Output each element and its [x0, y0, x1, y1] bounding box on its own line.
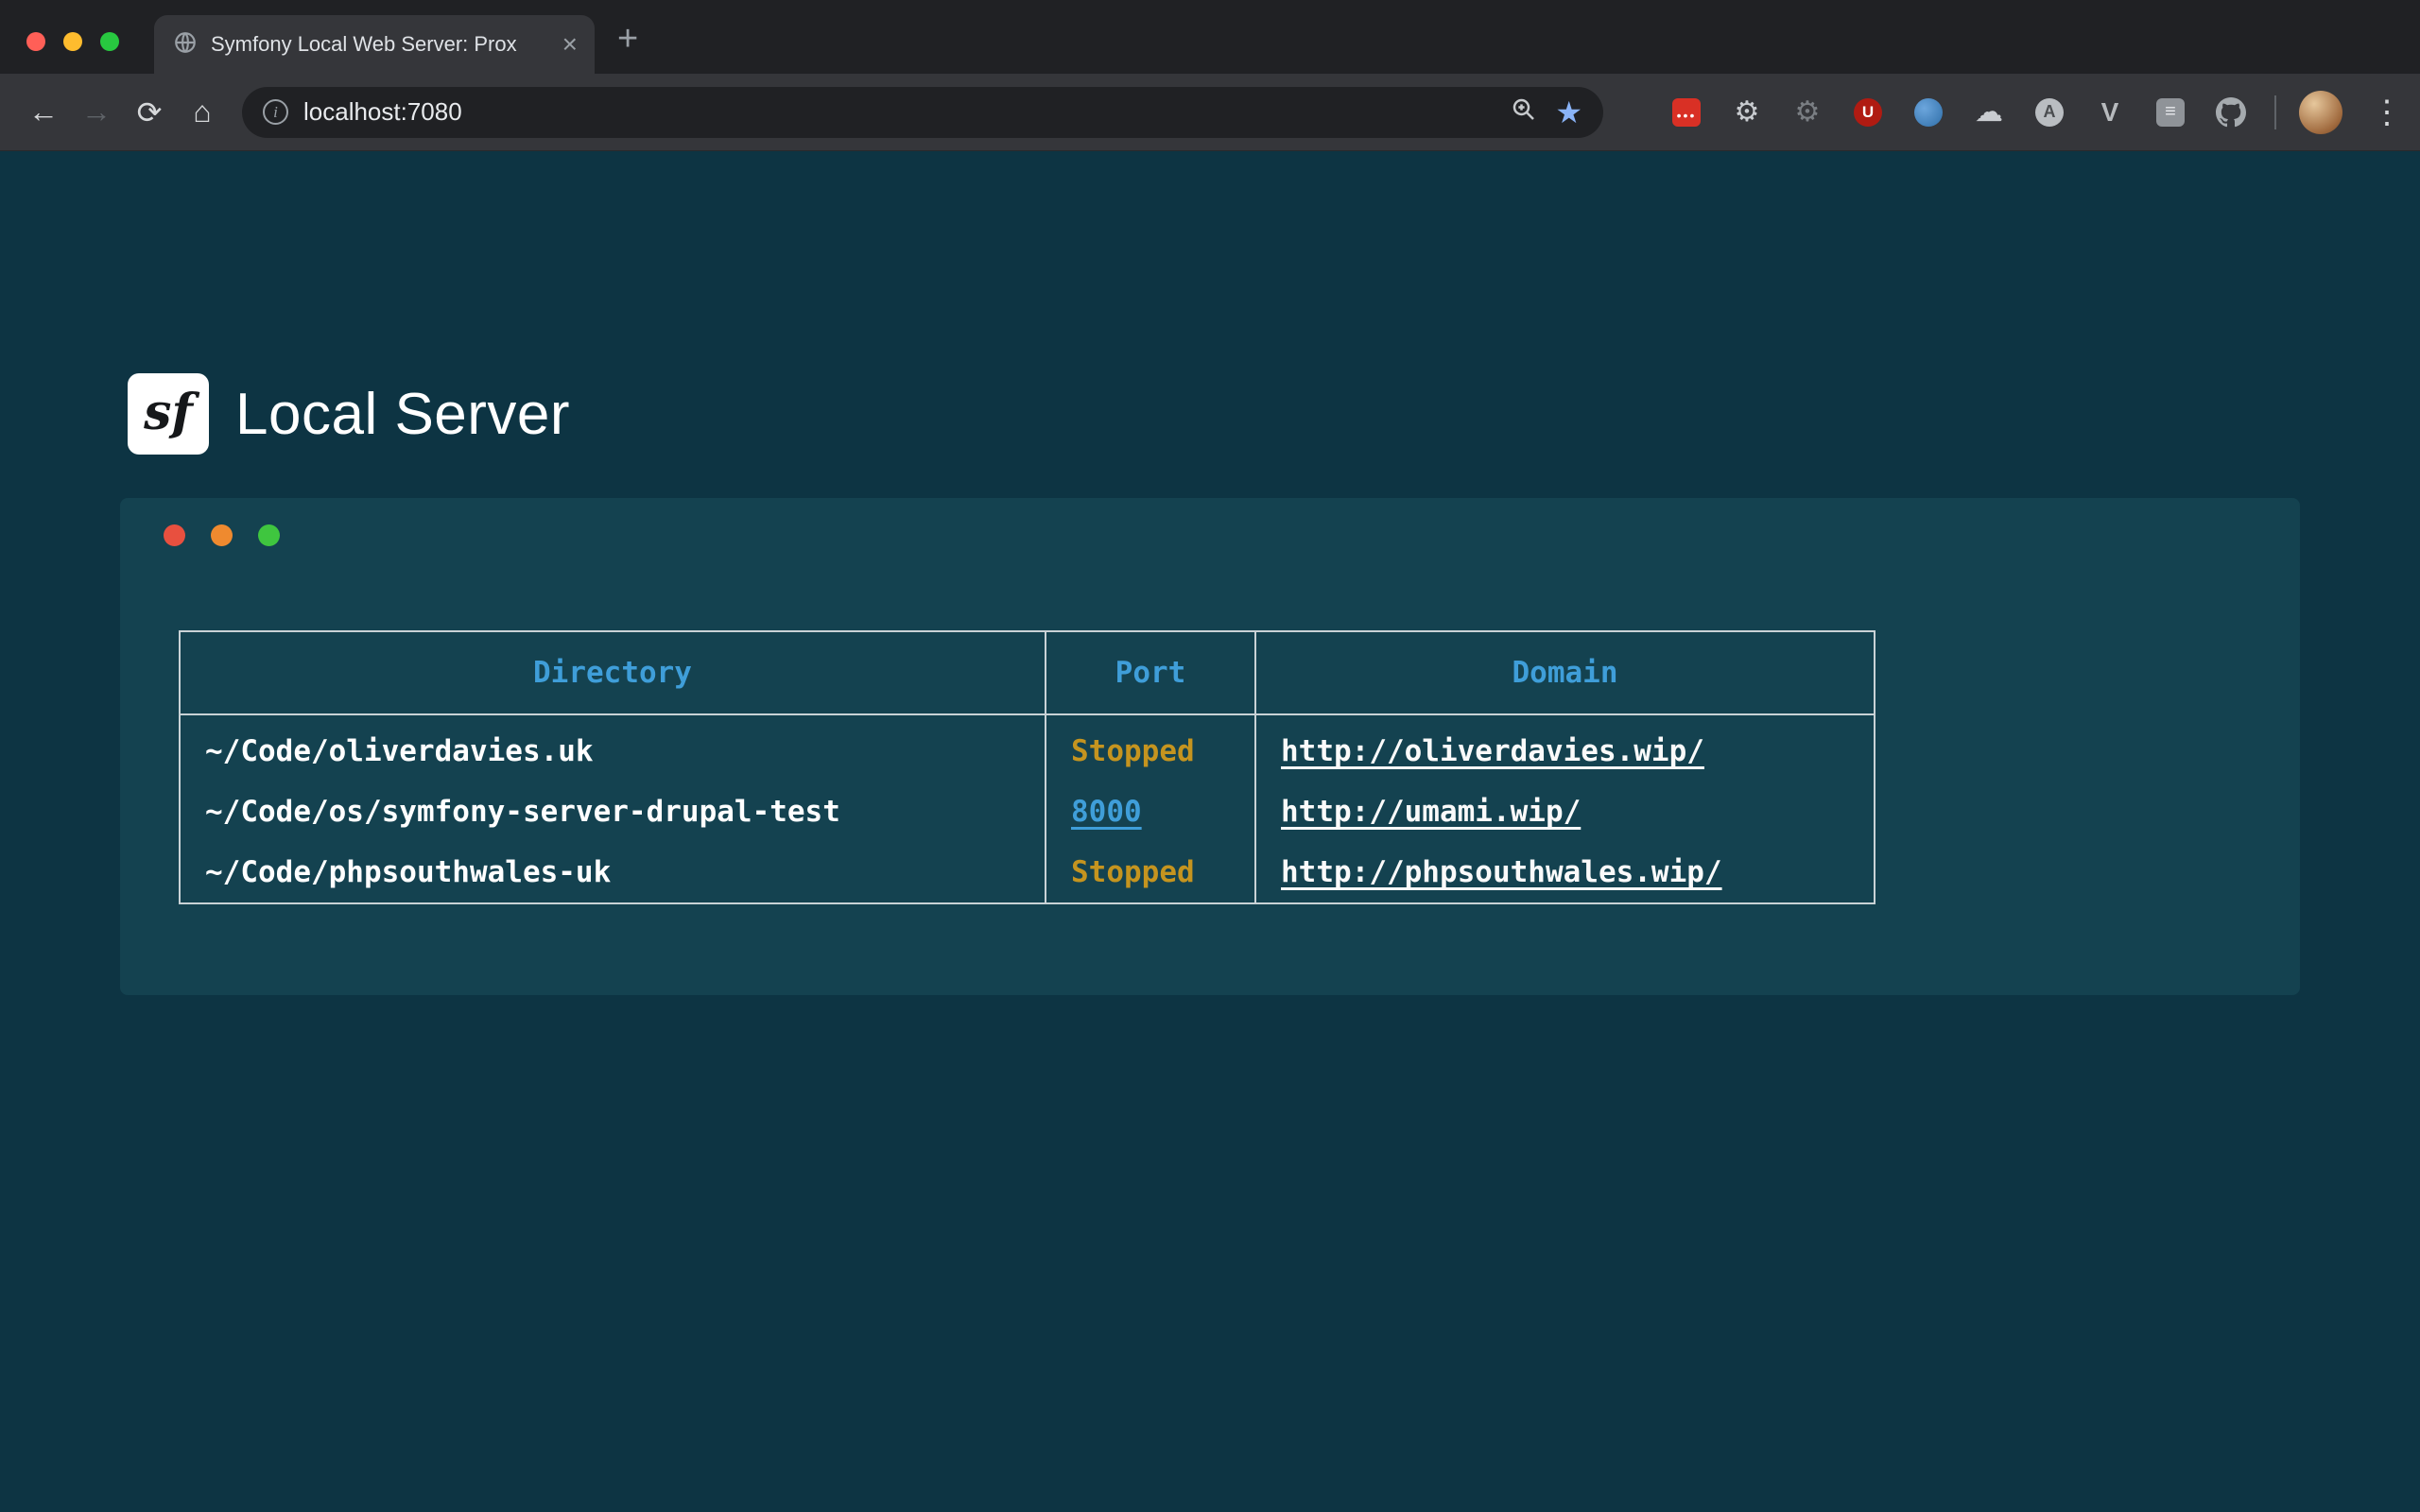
zoom-icon[interactable] — [1510, 95, 1538, 129]
extension-icon-red-dots[interactable]: ••• — [1666, 92, 1707, 133]
browser-toolbar: ← → ⟳ ⌂ i localhost:7080 ★ ••• ⚙ ⚙ U — [0, 74, 2420, 151]
extension-icon-letter-v[interactable]: V — [2089, 92, 2131, 133]
extension-icon-gear-dark[interactable]: ⚙ — [1787, 92, 1828, 133]
directory-cell: ~/Code/phpsouthwales-uk — [180, 842, 1046, 903]
toolbar-separator — [2274, 95, 2276, 129]
window-minimize-button[interactable] — [63, 32, 82, 51]
forward-button[interactable]: → — [70, 94, 123, 129]
profile-avatar[interactable] — [2299, 91, 2342, 134]
header-port: Port — [1046, 631, 1255, 714]
extension-icon-lines[interactable]: ≡ — [2150, 92, 2191, 133]
extension-icon-cloud[interactable]: ☁ — [1968, 92, 2010, 133]
port-cell: Stopped — [1046, 714, 1255, 782]
tab-favicon-globe-icon — [173, 30, 198, 60]
bookmark-star-icon[interactable]: ★ — [1555, 94, 1582, 130]
panel-red-dot — [164, 524, 185, 546]
home-button[interactable]: ⌂ — [176, 94, 229, 129]
server-table: Directory Port Domain ~/Code/oliverdavie… — [179, 630, 1876, 904]
browser-tab[interactable]: Symfony Local Web Server: Prox × — [154, 15, 595, 74]
page-content: sf Local Server Directory Port Domain ~/… — [0, 151, 2420, 1511]
panel-green-dot — [258, 524, 280, 546]
window-close-button[interactable] — [26, 32, 45, 51]
directory-cell: ~/Code/oliverdavies.uk — [180, 714, 1046, 782]
extension-icon-blue-circle[interactable] — [1908, 92, 1949, 133]
extension-icon-ublock[interactable]: U — [1847, 92, 1889, 133]
tab-strip: Symfony Local Web Server: Prox × + — [0, 0, 2420, 74]
table-row: ~/Code/phpsouthwales-uk Stopped http://p… — [180, 842, 1875, 903]
domain-link[interactable]: http://umami.wip/ — [1281, 795, 1581, 829]
port-cell: 8000 — [1046, 782, 1255, 842]
tab-close-icon[interactable]: × — [562, 31, 578, 58]
domain-link[interactable]: http://phpsouthwales.wip/ — [1281, 855, 1722, 889]
header-directory: Directory — [180, 631, 1046, 714]
tab-title: Symfony Local Web Server: Prox — [211, 32, 555, 57]
directory-cell: ~/Code/os/symfony-server-drupal-test — [180, 782, 1046, 842]
extension-icon-letter-a[interactable]: A — [2029, 92, 2070, 133]
extension-icon-github[interactable] — [2210, 92, 2252, 133]
brand-header: sf Local Server — [128, 373, 570, 455]
page-title: Local Server — [235, 381, 570, 448]
extension-icon-gear-light[interactable]: ⚙ — [1726, 92, 1768, 133]
domain-link[interactable]: http://oliverdavies.wip/ — [1281, 734, 1704, 768]
server-panel: Directory Port Domain ~/Code/oliverdavie… — [120, 498, 2300, 995]
browser-menu-icon[interactable]: ⋮ — [2371, 94, 2403, 131]
extensions-row: ••• ⚙ ⚙ U ☁ A V ≡ ⋮ — [1666, 91, 2403, 134]
domain-cell: http://oliverdavies.wip/ — [1255, 714, 1875, 782]
table-header-row: Directory Port Domain — [180, 631, 1875, 714]
reload-button[interactable]: ⟳ — [123, 94, 176, 130]
port-cell: Stopped — [1046, 842, 1255, 903]
new-tab-button[interactable]: + — [617, 21, 638, 57]
port-status-text: Stopped — [1071, 855, 1195, 889]
window-controls — [26, 32, 119, 51]
table-row: ~/Code/os/symfony-server-drupal-test 800… — [180, 782, 1875, 842]
back-button[interactable]: ← — [17, 94, 70, 129]
symfony-logo-text: sf — [144, 384, 193, 441]
url-text[interactable]: localhost:7080 — [303, 97, 1510, 127]
domain-cell: http://umami.wip/ — [1255, 782, 1875, 842]
address-bar[interactable]: i localhost:7080 ★ — [242, 87, 1603, 138]
panel-window-dots — [164, 524, 280, 546]
header-domain: Domain — [1255, 631, 1875, 714]
port-link[interactable]: 8000 — [1071, 795, 1142, 829]
panel-orange-dot — [211, 524, 233, 546]
table-row: ~/Code/oliverdavies.uk Stopped http://ol… — [180, 714, 1875, 782]
window-zoom-button[interactable] — [100, 32, 119, 51]
port-status-text: Stopped — [1071, 734, 1195, 768]
symfony-logo: sf — [128, 373, 209, 455]
site-info-icon[interactable]: i — [263, 99, 288, 125]
domain-cell: http://phpsouthwales.wip/ — [1255, 842, 1875, 903]
